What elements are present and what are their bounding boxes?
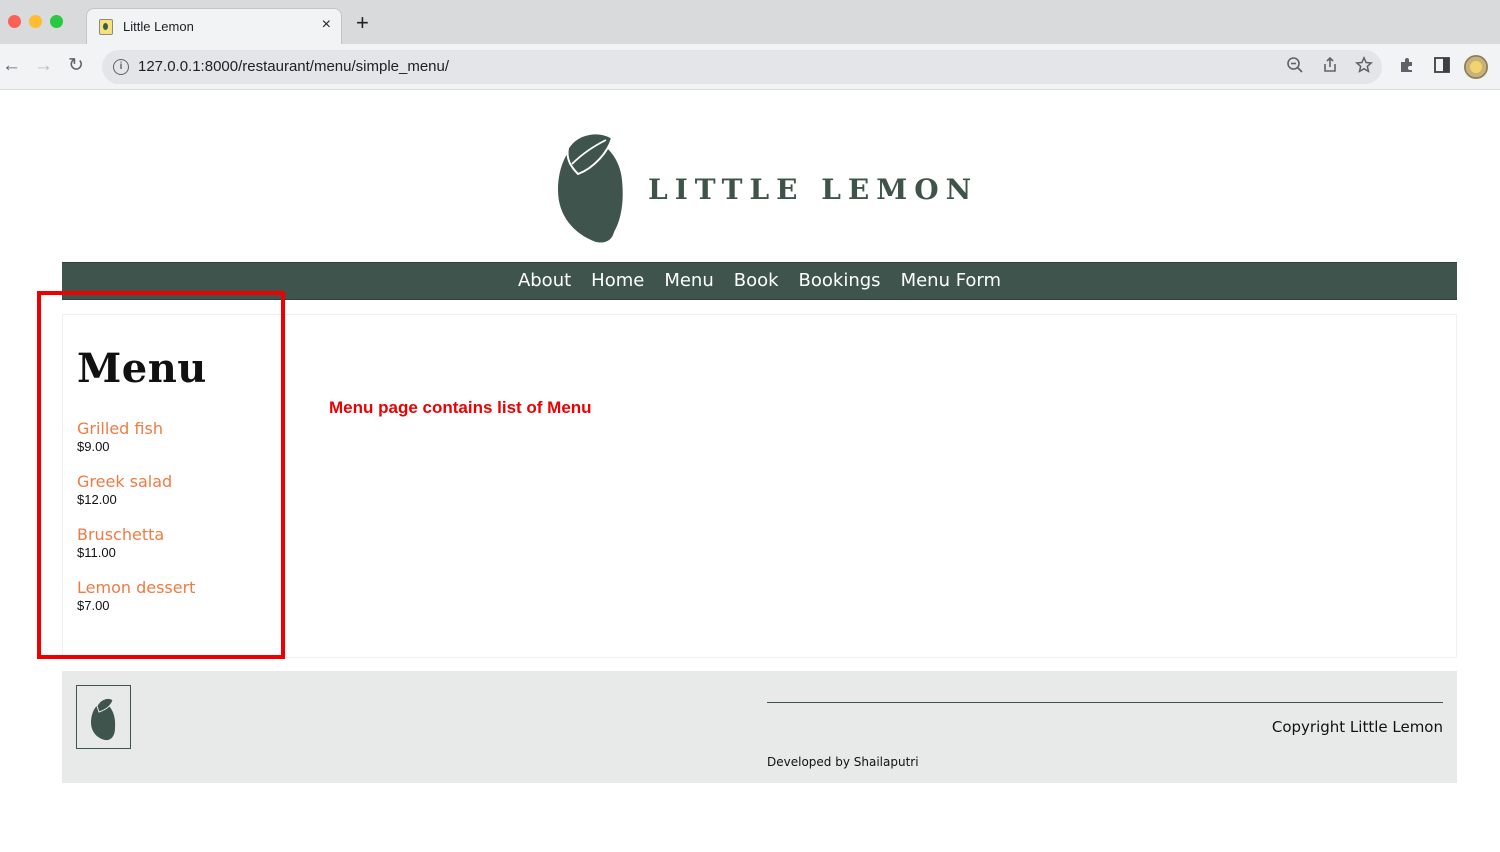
new-tab-button[interactable]: +	[356, 12, 369, 34]
window-close-button[interactable]	[8, 15, 21, 28]
browser-tab[interactable]: Little Lemon ×	[86, 8, 342, 44]
browser-toolbar: ← → ↻ i 127.0.0.1:8000/restaurant/menu/s…	[0, 44, 1500, 90]
nav-link-about[interactable]: About	[518, 270, 571, 292]
nav-link-bookings[interactable]: Bookings	[799, 270, 881, 292]
footer-divider	[767, 702, 1443, 703]
nav-link-menu[interactable]: Menu	[664, 270, 713, 292]
info-icon[interactable]: i	[113, 59, 129, 75]
lemon-icon	[91, 697, 116, 741]
browser-tab-bar: Little Lemon × +	[0, 0, 1500, 44]
window-minimize-button[interactable]	[29, 15, 42, 28]
nav-link-menu-form[interactable]: Menu Form	[901, 270, 1002, 292]
extensions-icon[interactable]	[1398, 56, 1416, 78]
forward-arrow-icon[interactable]: →	[34, 56, 53, 76]
sidebar-icon[interactable]	[1433, 56, 1451, 78]
annotation-highlight-box	[37, 291, 285, 659]
share-icon[interactable]	[1321, 56, 1339, 79]
close-tab-icon[interactable]: ×	[322, 16, 331, 34]
site-logo[interactable]: LITTLE LEMON	[556, 130, 976, 245]
footer-developer-credit: Developed by Shailaputri	[767, 755, 919, 769]
footer-logo[interactable]	[76, 685, 131, 749]
nav-link-book[interactable]: Book	[734, 270, 779, 292]
tab-title: Little Lemon	[123, 19, 194, 34]
lemon-favicon-icon	[99, 19, 113, 35]
star-icon[interactable]	[1354, 55, 1374, 79]
zoom-icon[interactable]	[1286, 56, 1304, 79]
address-bar[interactable]: i 127.0.0.1:8000/restaurant/menu/simple_…	[102, 50, 1382, 84]
lemon-logo-icon	[558, 132, 623, 243]
nav-links: About Home Menu Book Bookings Menu Form	[62, 270, 1457, 292]
logo-text: LITTLE LEMON	[648, 173, 979, 206]
profile-avatar[interactable]	[1464, 55, 1488, 79]
window-zoom-button[interactable]	[50, 15, 63, 28]
reload-icon[interactable]: ↻	[68, 56, 84, 76]
site-footer: Copyright Little Lemon Developed by Shai…	[62, 671, 1457, 783]
back-arrow-icon[interactable]: ←	[2, 56, 21, 76]
nav-link-home[interactable]: Home	[591, 270, 644, 292]
url-text[interactable]: 127.0.0.1:8000/restaurant/menu/simple_me…	[138, 58, 449, 75]
footer-copyright: Copyright Little Lemon	[1271, 718, 1443, 736]
annotation-text: Menu page contains list of Menu	[329, 398, 592, 417]
